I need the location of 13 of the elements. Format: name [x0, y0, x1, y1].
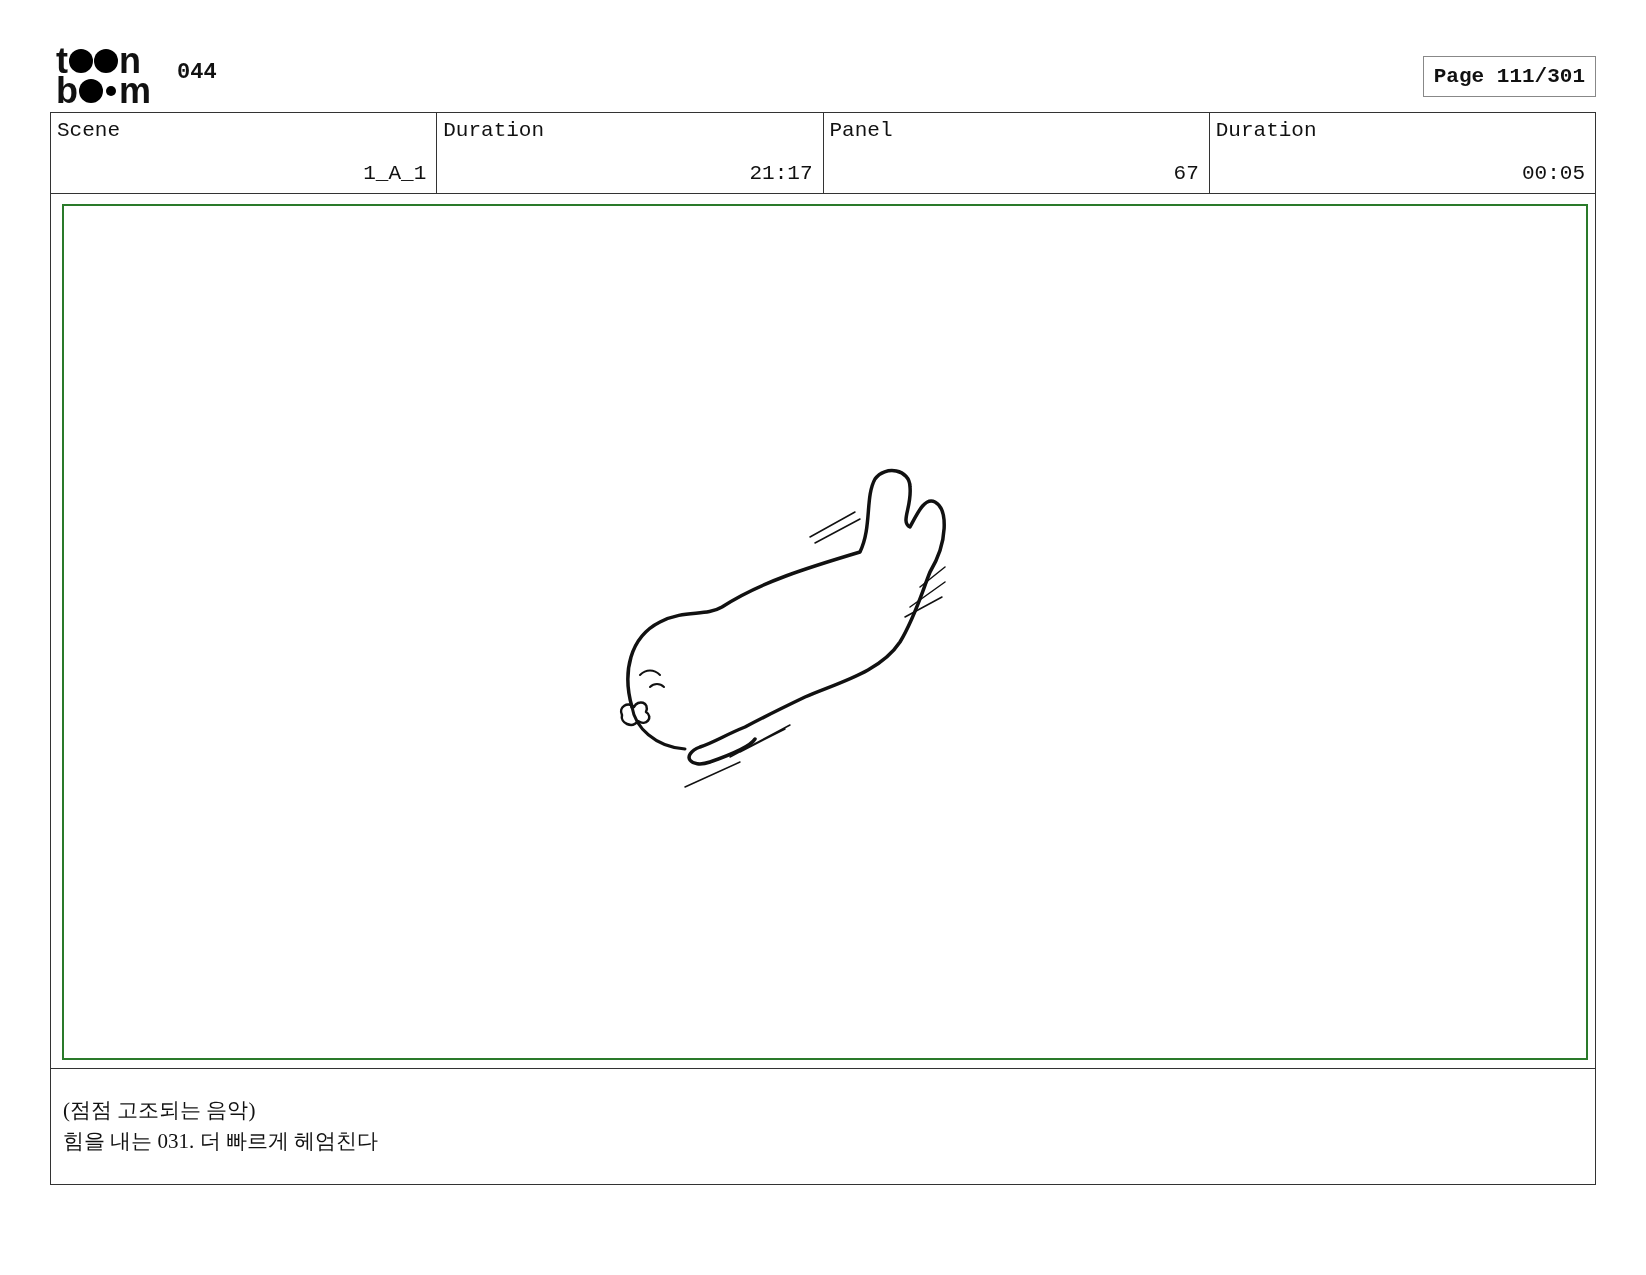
- table-cell: 00:05: [1522, 162, 1585, 185]
- panel-note: 힘을 내는 031. 더 빠르게 헤엄친다: [63, 1128, 379, 1155]
- sequence-number: 044: [177, 59, 217, 85]
- table-cell: 21:17: [749, 162, 813, 185]
- table-cell: 1_A_1: [363, 162, 427, 185]
- table-cell: 67: [1173, 162, 1199, 185]
- toon-boom-logo: t n b m: [56, 46, 151, 106]
- column-header: Duration: [443, 119, 546, 142]
- column-header: Panel: [829, 119, 894, 142]
- column-header: Scene: [57, 119, 121, 142]
- page-number: Page 111/301: [1422, 55, 1596, 97]
- column-header: Duration: [1215, 119, 1318, 142]
- panel-note: (점점 고조되는 음악): [63, 1097, 257, 1124]
